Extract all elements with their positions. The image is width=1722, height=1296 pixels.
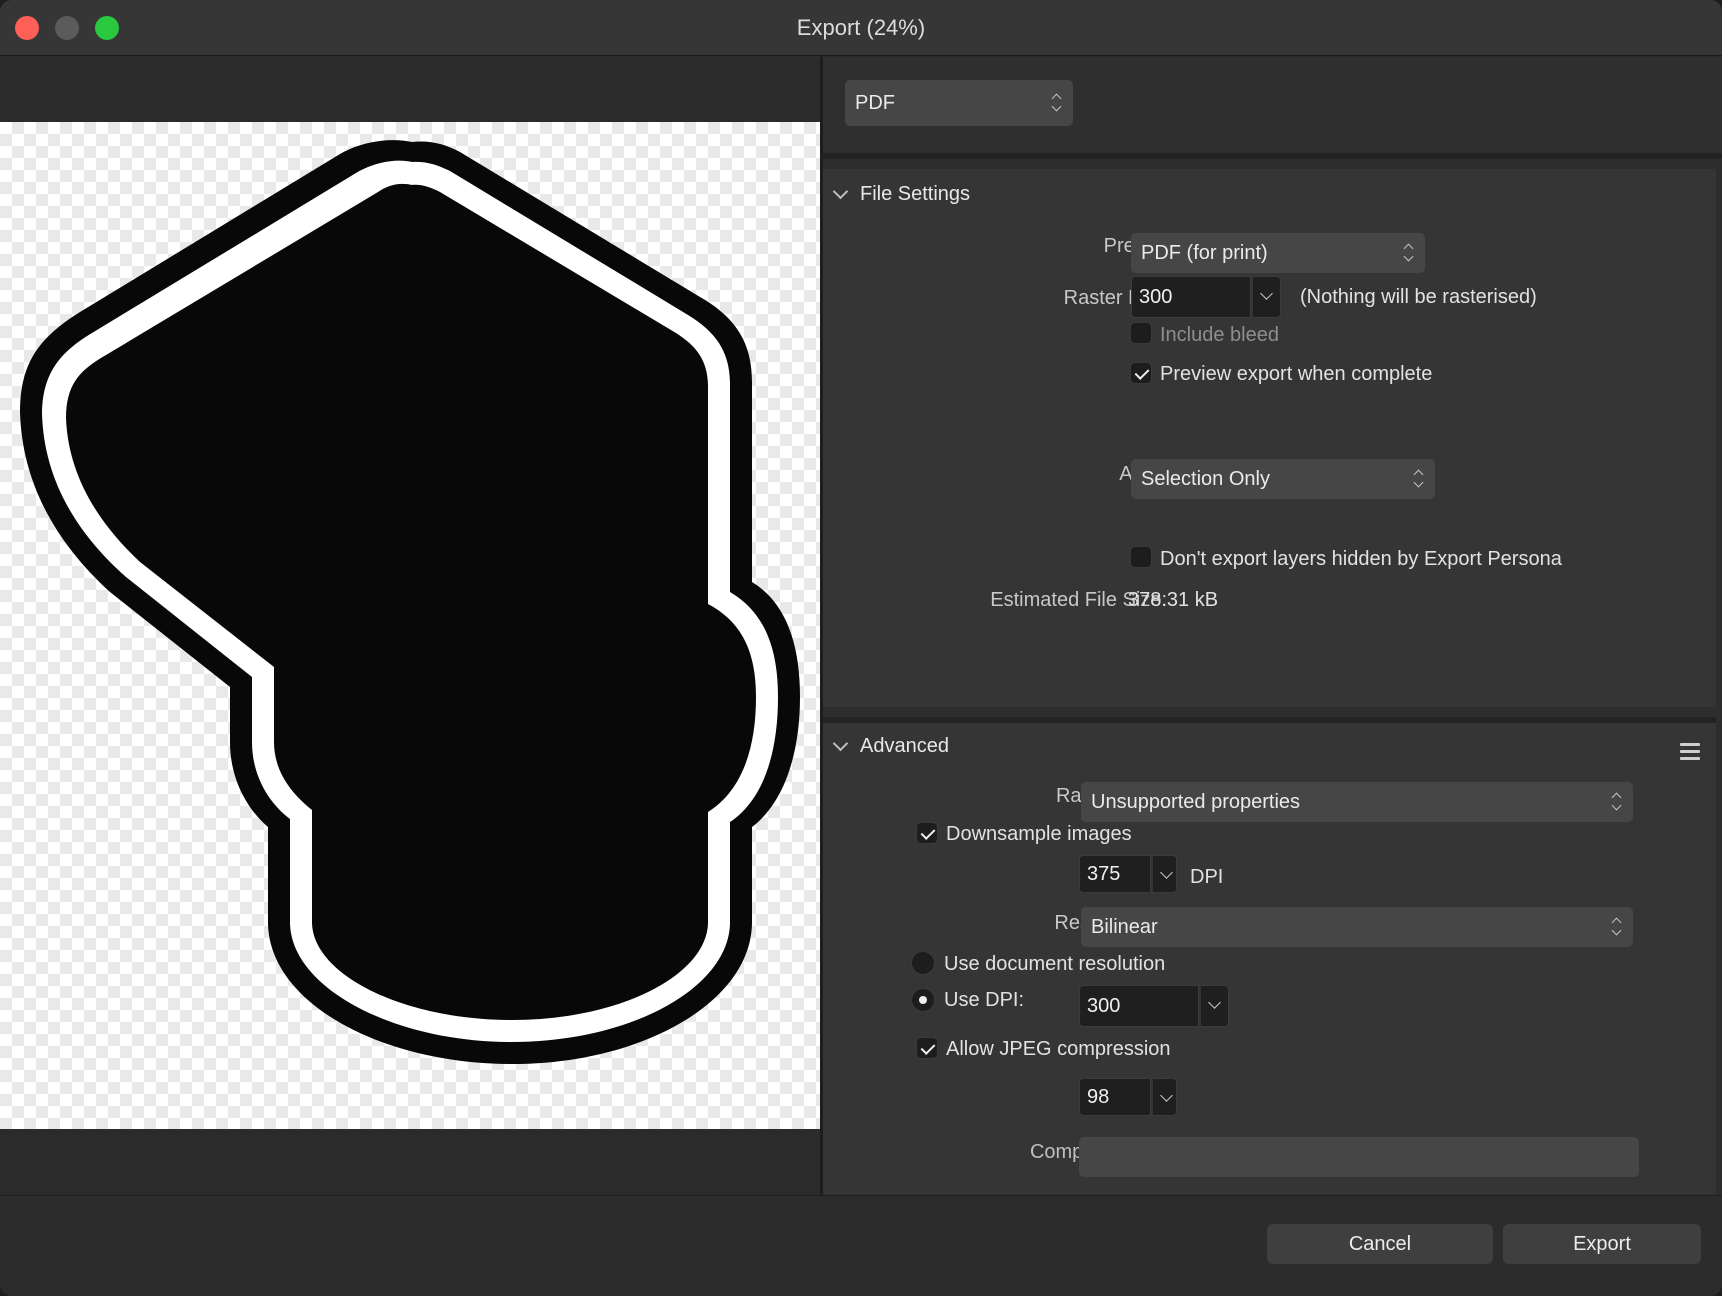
file-settings-section: File Settings Preset: PDF (for print) Ra… xyxy=(823,169,1716,707)
raster-dpi-label: Raster DPI: xyxy=(1063,287,1167,309)
dont-export-hidden-label: Don't export layers hidden by Export Per… xyxy=(1160,548,1562,570)
format-select[interactable]: PDF xyxy=(845,80,1073,126)
area-select[interactable]: Selection Only xyxy=(1131,459,1435,499)
use-dpi-radio[interactable] xyxy=(911,988,935,1012)
preview-export-checkbox[interactable] xyxy=(1130,362,1152,384)
preview-canvas xyxy=(0,122,820,1129)
raster-dpi-dropdown-button[interactable] xyxy=(1251,276,1281,318)
chevron-down-icon xyxy=(832,735,849,752)
preset-label: Preset: xyxy=(873,235,1167,258)
updown-arrows-icon xyxy=(1051,92,1063,114)
raster-note: (Nothing will be rasterised) xyxy=(1300,286,1537,308)
format-select-value: PDF xyxy=(855,92,895,114)
preset-select[interactable]: PDF (for print) xyxy=(1131,233,1425,273)
export-preview xyxy=(0,57,820,1195)
resample-select[interactable]: Bilinear xyxy=(1081,907,1633,947)
preview-export-label: Preview export when complete xyxy=(1160,363,1433,385)
updown-arrows-icon xyxy=(1403,242,1415,264)
dialog-footer: Cancel Export xyxy=(0,1195,1722,1296)
resample-select-value: Bilinear xyxy=(1091,916,1158,938)
raster-dpi-combo: 300 xyxy=(1131,276,1281,318)
above-input[interactable]: 375 xyxy=(1079,855,1151,893)
file-settings-header[interactable]: File Settings xyxy=(832,183,970,206)
use-dpi-label: Use DPI: xyxy=(944,989,1025,1011)
jpeg-label: Allow JPEG compression xyxy=(946,1038,1171,1060)
use-dpi-combo: 300 xyxy=(1079,985,1229,1027)
area-label: Area: xyxy=(873,463,1167,486)
format-bar: PDF xyxy=(823,57,1722,159)
downsample-checkbox[interactable] xyxy=(916,822,938,844)
use-dpi-input[interactable]: 300 xyxy=(1079,985,1199,1027)
above-dropdown-button[interactable] xyxy=(1151,855,1177,893)
settings-panel: PDF File Settings Preset: PDF (for print… xyxy=(823,57,1722,1195)
raster-dpi-input[interactable]: 300 xyxy=(1131,276,1251,318)
use-dpi-dropdown-button[interactable] xyxy=(1199,985,1229,1027)
area-select-value: Selection Only xyxy=(1141,468,1270,490)
updown-arrows-icon xyxy=(1413,468,1425,490)
cancel-button[interactable]: Cancel xyxy=(1267,1224,1493,1264)
rasterise-select[interactable]: Unsupported properties xyxy=(1081,782,1633,822)
preset-select-value: PDF (for print) xyxy=(1141,242,1268,264)
dont-export-hidden-checkbox[interactable] xyxy=(1130,546,1152,568)
include-bleed-label: Include bleed xyxy=(1160,324,1279,346)
use-doc-res-radio[interactable] xyxy=(911,951,935,975)
updown-arrows-icon xyxy=(1611,916,1623,938)
above-combo: 375 xyxy=(1079,855,1177,893)
above-unit: DPI xyxy=(1190,866,1224,888)
updown-arrows-icon xyxy=(1611,791,1623,813)
include-bleed-checkbox[interactable] xyxy=(1130,322,1152,344)
title-bar: Export (24%) xyxy=(0,0,1722,56)
jpeg-checkbox[interactable] xyxy=(916,1037,938,1059)
downsample-label: Downsample images xyxy=(946,823,1132,845)
export-button[interactable]: Export xyxy=(1503,1224,1701,1264)
hamburger-icon[interactable] xyxy=(1680,743,1700,761)
estimated-size-value: 378.31 kB xyxy=(1128,589,1219,611)
quality-dropdown-button[interactable] xyxy=(1151,1078,1177,1116)
use-doc-res-label: Use document resolution xyxy=(944,953,1166,975)
preview-shape xyxy=(20,140,800,1065)
compatibility-select[interactable] xyxy=(1079,1137,1639,1177)
rasterise-select-value: Unsupported properties xyxy=(1091,791,1301,813)
advanced-header[interactable]: Advanced xyxy=(832,735,949,758)
quality-input[interactable]: 98 xyxy=(1079,1078,1151,1116)
window-title: Export (24%) xyxy=(796,15,926,40)
chevron-down-icon xyxy=(832,183,849,200)
quality-combo: 98 xyxy=(1079,1078,1177,1116)
advanced-section: Advanced Rasterise: Unsupported properti… xyxy=(823,717,1716,1195)
export-dialog: Export (24%) PDF File Settings Pre xyxy=(0,0,1722,1296)
estimated-size-label: Estimated File Size: xyxy=(990,589,1167,611)
